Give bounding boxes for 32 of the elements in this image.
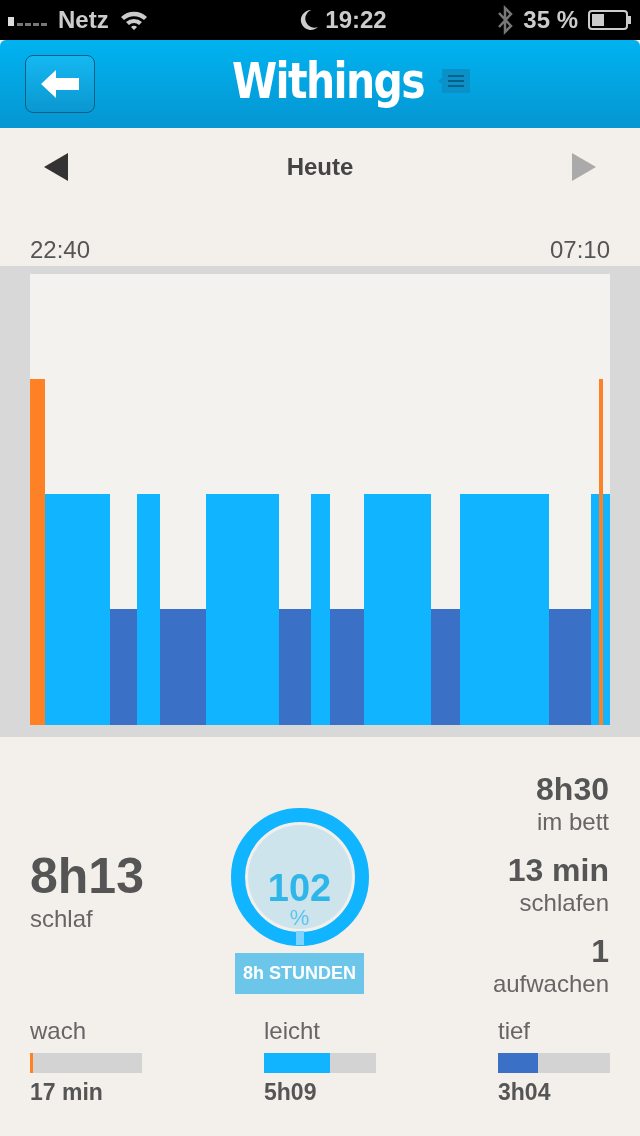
back-button[interactable] bbox=[25, 55, 95, 113]
phase-label: tief bbox=[498, 1017, 531, 1045]
stat-value: 13 min bbox=[507, 852, 609, 889]
stat-label: schlafen bbox=[519, 889, 609, 917]
stat-label: im bett bbox=[536, 808, 609, 836]
battery-icon bbox=[588, 10, 632, 30]
sleep-duration: 8h13 bbox=[30, 851, 145, 901]
stat-value: 1 bbox=[591, 933, 609, 970]
date-label: Heute bbox=[286, 153, 354, 181]
phase-label: leicht bbox=[264, 1017, 322, 1045]
sleep-label: schlaf bbox=[30, 905, 94, 933]
signal-icon bbox=[8, 14, 48, 26]
goal-target-badge: 8h STUNDEN bbox=[235, 953, 364, 994]
menu-icon[interactable] bbox=[436, 66, 473, 96]
clock-time: 19:22 bbox=[325, 6, 387, 34]
percent-unit: % bbox=[289, 907, 310, 929]
start-time: 22:40 bbox=[30, 236, 91, 264]
bluetooth-icon bbox=[497, 5, 514, 35]
app-title: Withings bbox=[232, 52, 424, 110]
phase-duration: 17 min bbox=[30, 1079, 104, 1106]
stat-label: aufwachen bbox=[492, 970, 609, 998]
phase-label: wach bbox=[30, 1017, 88, 1045]
stat-value: 8h30 bbox=[536, 771, 609, 808]
battery-percent: 35 % bbox=[523, 6, 578, 34]
back-arrow-icon bbox=[39, 69, 81, 99]
goal-percent: 102 bbox=[267, 869, 332, 907]
moon-icon bbox=[299, 9, 320, 31]
carrier-name: Netz bbox=[58, 6, 109, 34]
end-time: 07:10 bbox=[549, 236, 610, 264]
phase-duration: 3h04 bbox=[498, 1079, 552, 1106]
phase-duration: 5h09 bbox=[264, 1079, 318, 1106]
previous-day-icon[interactable] bbox=[44, 152, 70, 182]
